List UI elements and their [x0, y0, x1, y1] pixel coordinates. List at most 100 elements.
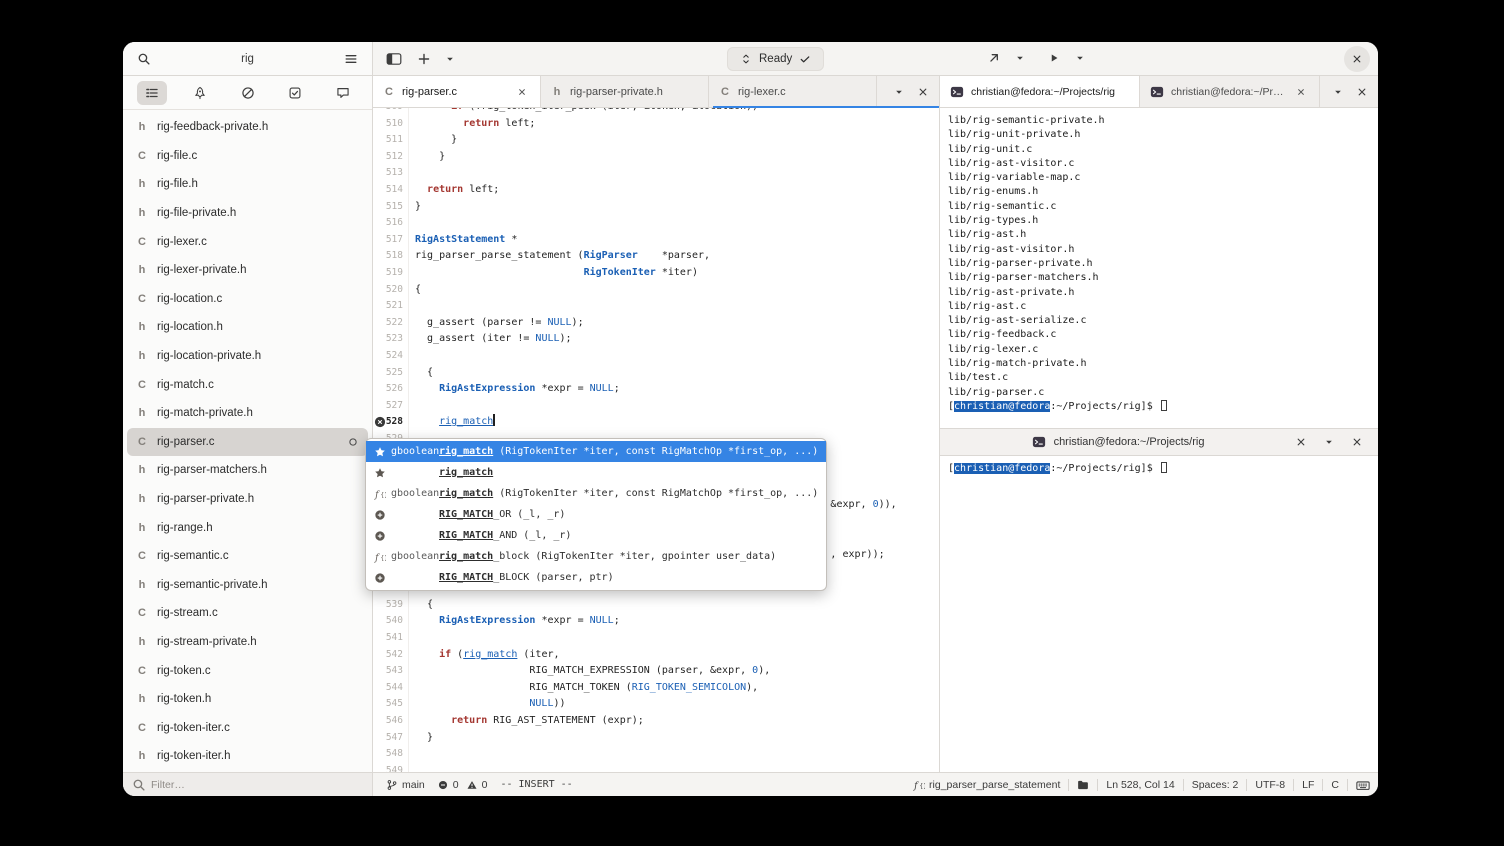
editor-tab[interactable]: Crig-lexer.c	[709, 76, 877, 107]
terminal-close-frame-button[interactable]	[1352, 82, 1372, 102]
rail-build-button[interactable]	[185, 81, 215, 105]
file-row[interactable]: h rig-stream-private.h	[127, 628, 368, 657]
file-row[interactable]: Crig-lexer.c	[127, 227, 368, 256]
file-row[interactable]: h rig-file.h	[127, 170, 368, 199]
completion-row[interactable]: RIG_MATCH_AND (_l, _r)	[366, 525, 826, 546]
code-token: *expr =	[535, 615, 590, 627]
open-pages-menu-button[interactable]	[889, 82, 909, 102]
terminal-pages-menu-button[interactable]	[1328, 82, 1348, 102]
file-row[interactable]: h rig-semantic-private.h	[127, 571, 368, 600]
file-row[interactable]: Crig-file.c	[127, 142, 368, 171]
code-token: if	[439, 648, 452, 660]
keyboard-layout-button[interactable]	[1356, 778, 1370, 792]
current-symbol-button[interactable]: ƒ{} rig_parser_parse_statement	[913, 779, 1060, 791]
line-number: 527	[373, 397, 409, 415]
tab-close-button[interactable]	[1293, 84, 1309, 100]
terminal-2-output: [christian@fedora:~/Projects/rig]$	[948, 462, 1370, 476]
tab-close-button[interactable]	[514, 84, 530, 100]
project-directory-button[interactable]	[1077, 779, 1089, 791]
rail-symbols-button[interactable]	[137, 80, 167, 105]
run-button[interactable]	[1041, 46, 1067, 70]
completion-row[interactable]: RIG_MATCH_BLOCK (parser, ptr)	[366, 567, 826, 588]
file-row[interactable]: h rig-location-private.h	[127, 342, 368, 371]
primary-menu-button[interactable]	[338, 47, 364, 71]
diagnostics-button[interactable]: 0 0	[438, 779, 487, 791]
return-type: gboolean	[391, 551, 440, 562]
file-row[interactable]: Crig-token-iter.c	[127, 713, 368, 742]
encoding-button[interactable]: UTF-8	[1255, 779, 1285, 791]
file-type-c-icon: C	[385, 85, 393, 98]
terminal-2-menu-button[interactable]	[1320, 430, 1338, 454]
file-name: rig-semantic.c	[157, 550, 229, 563]
indentation-button[interactable]: Spaces: 2	[1192, 779, 1239, 791]
rail-diagnostics-button[interactable]	[233, 81, 263, 105]
rail-todo-button[interactable]	[280, 81, 310, 105]
file-row[interactable]: h rig-parser-matchers.h	[127, 456, 368, 485]
cursor-position-button[interactable]: Ln 528, Col 14	[1106, 779, 1174, 791]
editor-tab[interactable]: h rig-parser-private.h	[541, 76, 709, 107]
completion-row[interactable]: ƒ{} gbooleanrig_match_block (RigTokenIter…	[366, 546, 826, 567]
file-row[interactable]: h rig-feedback-private.h	[127, 113, 368, 142]
file-row[interactable]: Crig-match.c	[127, 370, 368, 399]
file-type-h-icon: h	[138, 635, 146, 648]
close-frame-button[interactable]	[913, 82, 933, 102]
deploy-menu-button[interactable]	[1011, 46, 1029, 70]
file-type-c-icon: C	[138, 721, 146, 734]
terminal-tab[interactable]: christian@fedora:~/Projects/rig	[940, 76, 1140, 107]
file-row[interactable]: Crig-parser.c	[127, 427, 368, 457]
window-close-button[interactable]	[1344, 46, 1370, 72]
terminal-1[interactable]: lib/rig-semantic-private.h lib/rig-unit-p…	[940, 108, 1378, 428]
terminal-2-header: christian@fedora:~/Projects/rig	[940, 428, 1378, 456]
completion-row[interactable]: RIG_MATCH_OR (_l, _r)	[366, 504, 826, 525]
line-ending-button[interactable]: LF	[1302, 779, 1314, 791]
editor-tab[interactable]: Crig-parser.c	[373, 76, 541, 107]
file-row[interactable]: h rig-match-private.h	[127, 399, 368, 428]
terminal-tab[interactable]: christian@fedora:~/Projects	[1140, 76, 1320, 107]
deploy-button[interactable]	[981, 46, 1007, 70]
terminal-line: lib/rig-parser.c	[948, 386, 1045, 398]
file-row[interactable]: h rig-range.h	[127, 513, 368, 542]
terminal-2-close-pane-button[interactable]	[1344, 430, 1370, 454]
new-page-button[interactable]	[411, 47, 437, 71]
file-row[interactable]: Crig-token.c	[127, 656, 368, 685]
git-branch-button[interactable]: main	[386, 779, 425, 791]
completion-row[interactable]: rig_match	[366, 462, 826, 483]
terminal-line: lib/rig-ast-visitor.h	[948, 243, 1075, 255]
omnibar[interactable]: Ready	[727, 47, 825, 71]
new-page-menu-button[interactable]	[441, 47, 459, 71]
filter-input[interactable]	[123, 773, 372, 796]
svg-text:ƒ: ƒ	[374, 553, 380, 563]
macro-icon	[373, 530, 387, 542]
run-menu-button[interactable]	[1071, 46, 1089, 70]
close-icon	[1295, 436, 1307, 448]
code-line: 542 if (rig_match (iter,	[373, 646, 939, 664]
file-type-h-icon: h	[138, 350, 146, 363]
svg-text:{}: {}	[919, 783, 925, 790]
prompt-path: :~/Projects/rig]$	[1050, 400, 1159, 412]
file-row[interactable]: h rig-token.h	[127, 685, 368, 714]
code-token: if	[451, 108, 463, 112]
code-token: ),	[746, 681, 759, 693]
file-row[interactable]: Crig-stream.c	[127, 599, 368, 628]
file-name: rig-parser-matchers.h	[157, 464, 267, 477]
sidebar-search-button[interactable]	[131, 47, 157, 71]
terminal-2[interactable]: [christian@fedora:~/Projects/rig]$	[940, 456, 1378, 772]
proposal-text: rig_match	[439, 551, 494, 562]
file-row[interactable]: h rig-location.h	[127, 313, 368, 342]
file-row[interactable]: h rig-lexer-private.h	[127, 256, 368, 285]
language-button[interactable]: C	[1331, 779, 1339, 791]
file-name: rig-location.h	[157, 321, 223, 334]
file-row[interactable]: h rig-parser-private.h	[127, 485, 368, 514]
code-token: *expr =	[535, 383, 590, 395]
completion-row[interactable]: ƒ{} gbooleanrig_match (RigTokenIter *iter…	[366, 483, 826, 504]
rail-messages-button[interactable]	[328, 81, 358, 105]
toggle-panel-button[interactable]	[381, 47, 407, 71]
file-row[interactable]: Crig-location.c	[127, 285, 368, 314]
file-row[interactable]: h rig-file-private.h	[127, 199, 368, 228]
file-row[interactable]: h rig-token-iter.h	[127, 742, 368, 771]
terminal-2-close-button[interactable]	[1288, 430, 1314, 454]
completion-row[interactable]: gboolean rig_match (RigTokenIter *iter, c…	[366, 441, 826, 462]
file-row[interactable]: Crig-semantic.c	[127, 542, 368, 571]
